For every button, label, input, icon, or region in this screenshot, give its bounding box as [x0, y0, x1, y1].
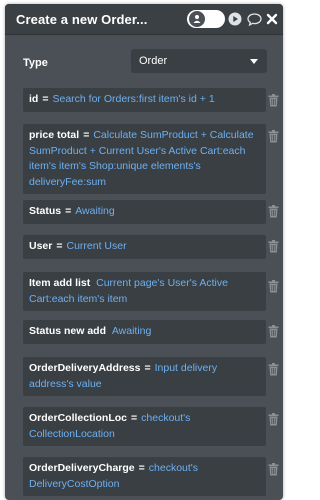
play-icon[interactable]: [227, 11, 243, 27]
close-icon[interactable]: [264, 11, 280, 27]
field-status-new-add[interactable]: Status new add Awaiting: [23, 320, 266, 344]
equals-sign: =: [83, 129, 90, 141]
trash-icon[interactable]: [268, 413, 279, 426]
equals-sign: =: [144, 362, 151, 374]
property-editor-panel: Create a new Order... Type Order id = Se…: [5, 4, 283, 500]
trash-icon[interactable]: [268, 130, 279, 143]
type-selected-value: Order: [139, 55, 168, 67]
field-name: OrderDeliveryAddress: [29, 362, 141, 374]
equals-sign: =: [138, 462, 145, 474]
equals-sign: =: [65, 205, 72, 217]
chevron-down-icon: [250, 59, 258, 64]
field-user[interactable]: User = Current User: [23, 235, 266, 259]
field-order-delivery-address[interactable]: OrderDeliveryAddress = Input delivery addr…: [23, 357, 266, 396]
field-expression[interactable]: Current User: [67, 240, 127, 252]
field-name: price total: [29, 129, 80, 141]
type-label: Type: [23, 57, 48, 69]
person-icon: [189, 11, 205, 27]
field-price-total[interactable]: price total = Calculate SumProduct + Calcu…: [23, 124, 266, 194]
trash-icon[interactable]: [268, 363, 279, 376]
field-name: Status: [29, 205, 62, 217]
trash-icon[interactable]: [268, 94, 279, 107]
equals-sign: =: [42, 93, 49, 105]
field-name: Item add list: [29, 277, 91, 289]
toggle-icon[interactable]: [187, 10, 225, 28]
trash-icon[interactable]: [268, 280, 279, 293]
equals-sign: =: [56, 240, 63, 252]
field-status[interactable]: Status = Awaiting: [23, 200, 266, 224]
field-item-add-list[interactable]: Item add list Current page's User's Acti…: [23, 272, 266, 311]
field-id[interactable]: id = Search for Orders:first item's id + 1: [23, 88, 266, 112]
trash-icon[interactable]: [268, 325, 279, 338]
field-name: OrderCollectionLoc: [29, 412, 128, 424]
field-name: id: [29, 93, 39, 105]
panel-title: Create a new Order...: [16, 12, 148, 27]
trash-icon[interactable]: [268, 240, 279, 253]
field-expression[interactable]: Search for Orders:first item's id + 1: [52, 93, 214, 105]
comment-icon[interactable]: [246, 11, 262, 27]
field-name: Status new add: [29, 325, 107, 337]
field-name: User: [29, 240, 53, 252]
type-dropdown[interactable]: Order: [131, 49, 267, 73]
field-order-collection-loc[interactable]: OrderCollectionLoc = checkout's Collection…: [23, 407, 266, 446]
field-expression[interactable]: Awaiting: [112, 325, 152, 337]
trash-icon[interactable]: [268, 463, 279, 476]
type-row: Type Order: [5, 49, 283, 75]
equals-sign: =: [131, 412, 138, 424]
panel-header: Create a new Order...: [5, 4, 283, 35]
trash-icon[interactable]: [268, 205, 279, 218]
field-order-delivery-charge[interactable]: OrderDeliveryCharge = checkout's DeliveryC…: [23, 457, 266, 496]
field-expression[interactable]: Awaiting: [75, 205, 115, 217]
field-name: OrderDeliveryCharge: [29, 462, 135, 474]
